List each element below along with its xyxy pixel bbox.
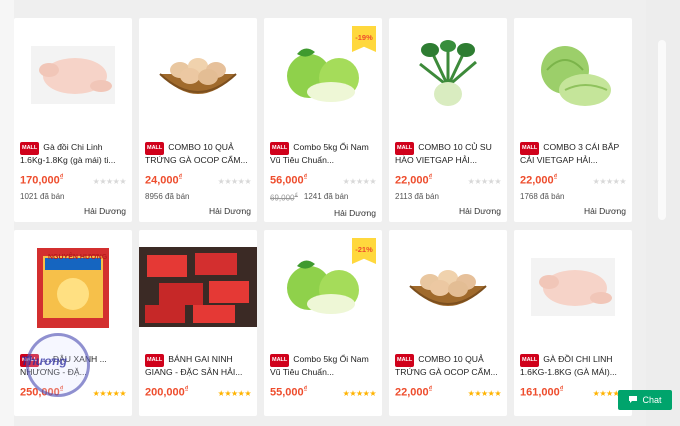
old-price: 69,000₫ <box>270 192 298 203</box>
product-card[interactable]: MALL GÀ ĐỒI CHI LINH 1.6KG-1.8KG (GÀ MÁI)… <box>514 230 632 416</box>
product-title[interactable]: MALL Gà đồi Chi Linh 1.6Kg-1.8Kg (gà mái)… <box>14 142 132 166</box>
product-title[interactable]: MALL GÀ ĐỒI CHI LINH 1.6KG-1.8KG (GÀ MÁI)… <box>514 354 632 378</box>
sold-info: 2113 đã bán <box>395 192 439 201</box>
cake-packs-icon <box>139 246 257 332</box>
product-card[interactable]: MALL COMBO 10 QUẢ TRỨNG GÀ OCOP CẨM... 24… <box>139 18 257 222</box>
product-card[interactable]: MALL COMBO 10 QUẢ TRỨNG GÀ OCOP CẨM... 22… <box>389 230 507 416</box>
product-location: Hải Dương <box>459 206 501 216</box>
rating-stars: ★★★★★ <box>92 389 127 398</box>
chat-button[interactable]: Chat <box>618 390 672 410</box>
rating-stars: ★★★★★ <box>342 177 377 186</box>
rating-stars: ★★★★★ <box>342 389 377 398</box>
rating-stars: ★★★★★ <box>467 177 502 186</box>
rating-stars: ★★★★★ <box>592 177 627 186</box>
product-title[interactable]: MALL Combo 5kg Ổi Nam Vũ Tiêu Chuẩn... <box>264 354 382 378</box>
product-image[interactable] <box>514 18 632 136</box>
product-card[interactable]: -19% MALL Combo 5kg Ổi Nam Vũ Tiêu Chuẩn.… <box>264 18 382 222</box>
product-title[interactable]: MALL COMBO 10 CỦ SU HÀO VIETGAP HẢI... <box>389 142 507 166</box>
product-title[interactable]: MALL COMBO 10 QUẢ TRỨNG GÀ OCOP CẨM... <box>389 354 507 378</box>
watermark-logo: Thương <box>21 333 90 397</box>
scrollbar-thumb[interactable] <box>658 40 666 220</box>
product-image[interactable]: NGUYÊN HƯƠNG <box>14 230 132 348</box>
product-title[interactable]: MALL BÁNH GAI NINH GIANG - ĐẶC SẢN HẢI... <box>139 354 257 378</box>
sold-info: 69,000₫ 1241 đã bán <box>270 192 349 203</box>
sold-info: 1021 đã bán <box>20 192 65 201</box>
product-card[interactable]: -21% MALL Combo 5kg Ổi Nam Vũ Tiêu Chuẩn.… <box>264 230 382 416</box>
product-price: 22,000₫ <box>395 173 433 187</box>
page-left-edge <box>0 0 14 426</box>
product-card[interactable]: MALL COMBO 3 CÁI BẮP CẢI VIETGAP HẢI... 2… <box>514 18 632 222</box>
product-title[interactable]: MALL COMBO 3 CÁI BẮP CẢI VIETGAP HẢI... <box>514 142 632 166</box>
product-image[interactable] <box>14 18 132 136</box>
egg-basket-icon <box>400 252 496 327</box>
product-price: 22,000₫ <box>395 385 433 399</box>
mall-badge: MALL <box>145 142 165 155</box>
whole-chicken-icon <box>25 40 121 115</box>
mall-badge: MALL <box>520 142 540 155</box>
product-price: 170,000₫ <box>20 173 64 187</box>
product-price: 22,000₫ <box>520 173 558 187</box>
product-grid: MALL Gà đồi Chi Linh 1.6Kg-1.8Kg (gà mái)… <box>14 18 646 416</box>
rating-stars: ★★★★★ <box>92 177 127 186</box>
product-price: 200,000₫ <box>145 385 189 399</box>
rating-stars: ★★★★★ <box>217 389 252 398</box>
product-image[interactable] <box>139 18 257 136</box>
sold-info: 8956 đã bán <box>145 192 190 201</box>
product-card[interactable]: MALL BÁNH GAI NINH GIANG - ĐẶC SẢN HẢI...… <box>139 230 257 416</box>
chat-label: Chat <box>642 395 662 405</box>
product-image[interactable] <box>389 230 507 348</box>
chat-bubble-icon <box>628 395 638 406</box>
product-location: Hải Dương <box>209 206 251 216</box>
product-price: 56,000₫ <box>270 173 308 187</box>
mall-badge: MALL <box>270 142 290 155</box>
product-image[interactable] <box>514 230 632 348</box>
mall-badge: MALL <box>20 142 40 155</box>
product-card[interactable]: MALL Gà đồi Chi Linh 1.6Kg-1.8Kg (gà mái)… <box>14 18 132 222</box>
guava-icon <box>275 40 371 115</box>
product-image[interactable]: -19% <box>264 18 382 136</box>
rating-stars: ★★★★★ <box>217 177 252 186</box>
mall-badge: MALL <box>270 354 290 367</box>
whole-chicken-icon <box>525 252 621 327</box>
mall-badge: MALL <box>395 354 415 367</box>
product-price: 24,000₫ <box>145 173 183 187</box>
scrollbar[interactable] <box>646 0 680 426</box>
sold-info: 1768 đã bán <box>520 192 565 201</box>
product-title[interactable]: MALL COMBO 10 QUẢ TRỨNG GÀ OCOP CẨM... <box>139 142 257 166</box>
product-location: Hải Dương <box>584 206 626 216</box>
mall-badge: MALL <box>520 354 540 367</box>
product-location: Hải Dương <box>84 206 126 216</box>
product-price: 161,000₫ <box>520 385 564 399</box>
rating-stars: ★★★★★ <box>467 389 502 398</box>
brand-label: NGUYÊN HƯƠNG <box>48 254 108 261</box>
product-image[interactable] <box>139 230 257 348</box>
mall-badge: MALL <box>395 142 415 155</box>
cabbage-icon <box>525 40 621 115</box>
product-image[interactable]: -21% <box>264 230 382 348</box>
egg-basket-icon <box>150 40 246 115</box>
kohlrabi-icon <box>400 39 496 115</box>
product-card[interactable]: MALL COMBO 10 CỦ SU HÀO VIETGAP HẢI... 22… <box>389 18 507 222</box>
product-image[interactable] <box>389 18 507 136</box>
guava-icon <box>275 252 371 327</box>
mall-badge: MALL <box>145 354 165 367</box>
product-price: 55,000₫ <box>270 385 308 399</box>
product-title[interactable]: MALL Combo 5kg Ổi Nam Vũ Tiêu Chuẩn... <box>264 142 382 166</box>
product-location: Hải Dương <box>334 207 376 218</box>
